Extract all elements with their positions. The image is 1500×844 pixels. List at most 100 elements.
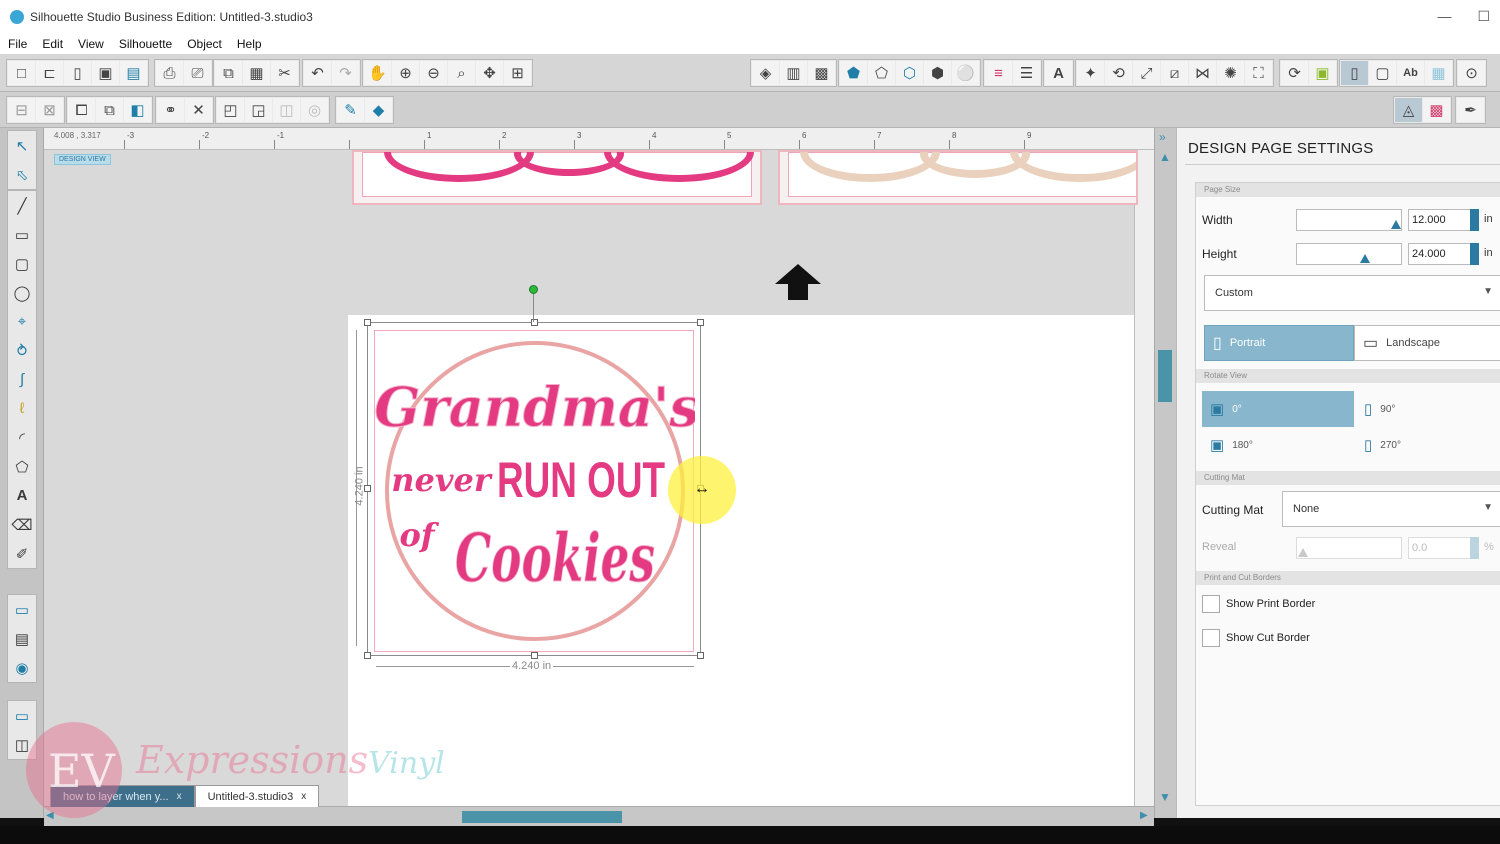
page-size-dropdown[interactable]: Custom ▼	[1204, 275, 1500, 311]
zoom-out-icon[interactable]: ⊖	[420, 61, 447, 85]
show-print-border-checkbox[interactable]	[1202, 595, 1220, 613]
menu-help[interactable]: Help	[237, 37, 262, 51]
zoom-in-icon[interactable]: ⊕	[392, 61, 419, 85]
eraser-tool-icon[interactable]: ⌫	[8, 510, 36, 539]
print-cut-icon[interactable]: ⎚	[184, 61, 211, 85]
transform-icon[interactable]: ✦	[1077, 61, 1104, 85]
grid-settings-icon[interactable]: ▥	[780, 61, 807, 85]
store-icon-left[interactable]: ◉	[8, 653, 36, 682]
edit-points-icon[interactable]: ⬁	[8, 160, 36, 189]
zoom-select-icon[interactable]: ⌕	[448, 61, 475, 85]
undo-icon[interactable]: ↶	[304, 61, 331, 85]
height-spinner[interactable]	[1470, 243, 1479, 265]
scale-icon[interactable]: ⤢	[1133, 61, 1160, 85]
resize-handle-bottom-left[interactable]	[364, 652, 371, 659]
fit-to-page-icon[interactable]: ⊞	[504, 61, 531, 85]
rotate-270-button[interactable]: ▯ 270°	[1356, 427, 1500, 463]
split-view-icon[interactable]: ◫	[8, 730, 36, 759]
offset-icon[interactable]: ⟳	[1281, 61, 1308, 85]
show-cut-border-checkbox[interactable]	[1202, 629, 1220, 647]
pan-icon[interactable]: ✋	[364, 61, 391, 85]
open-icon[interactable]: ⊏	[36, 61, 63, 85]
resize-handle-top-right[interactable]	[697, 319, 704, 326]
width-slider[interactable]	[1296, 209, 1402, 231]
bring-front-icon[interactable]: ◰	[217, 98, 244, 122]
paste-icon[interactable]: ▦	[243, 61, 270, 85]
landscape-button[interactable]: ▭ Landscape	[1354, 325, 1500, 361]
menu-edit[interactable]: Edit	[42, 37, 63, 51]
regular-polygon-icon[interactable]: ⬠	[8, 452, 36, 481]
resize-handle-bottom-right[interactable]	[697, 652, 704, 659]
library-icon[interactable]: ▤	[120, 61, 147, 85]
cut-icon[interactable]: ✂	[271, 61, 298, 85]
vertical-scroll-thumb[interactable]	[1158, 350, 1172, 402]
scroll-left-icon[interactable]: ◀	[46, 810, 54, 821]
page-settings-icon[interactable]: ◈	[752, 61, 779, 85]
group-icon[interactable]: ⧠	[68, 98, 95, 122]
library-panel-icon[interactable]: ▦	[1425, 61, 1452, 85]
copy-icon[interactable]: ⧉	[215, 61, 242, 85]
height-slider[interactable]	[1296, 243, 1402, 265]
scroll-up-icon[interactable]: ▲	[1159, 150, 1171, 164]
fill-pattern-icon[interactable]: ⬡	[896, 61, 923, 85]
rotate-0-button[interactable]: ▣ 0°	[1202, 391, 1354, 427]
reveal-spinner[interactable]	[1470, 537, 1479, 559]
rotate-90-button[interactable]: ▯ 90°	[1356, 391, 1500, 427]
single-view-icon[interactable]: ▭	[8, 701, 36, 730]
rotate-180-button[interactable]: ▣ 180°	[1202, 427, 1354, 463]
page-settings-panel-icon[interactable]: ▯	[1341, 61, 1368, 85]
menu-file[interactable]: File	[8, 37, 27, 51]
curve-tool-icon[interactable]: ⥁	[8, 336, 36, 365]
save-icon[interactable]: ▯	[64, 61, 91, 85]
design-view-icon[interactable]: ◬	[1395, 98, 1422, 122]
smooth-freehand-icon[interactable]: ℓ	[8, 394, 36, 423]
horizontal-scroll-thumb[interactable]	[462, 811, 622, 823]
align-icon[interactable]: ⊟	[8, 98, 35, 122]
send-back-icon[interactable]: ◲	[245, 98, 272, 122]
ellipse-tool-icon[interactable]: ◯	[8, 278, 36, 307]
new-icon[interactable]: □	[8, 61, 35, 85]
rotate-icon[interactable]: ⟲	[1105, 61, 1132, 85]
resize-handle-bottom[interactable]	[531, 652, 538, 659]
scroll-right-icon[interactable]: ▶	[1140, 810, 1148, 821]
document-tab-2[interactable]: Untitled-3.studio3 x	[194, 785, 320, 807]
design-page-icon[interactable]: ▭	[8, 595, 36, 624]
close-tab-icon[interactable]: x	[177, 791, 182, 802]
ungroup-icon[interactable]: ⧉	[96, 98, 123, 122]
nesting-icon[interactable]: ⛶	[1245, 61, 1272, 85]
knife-icon[interactable]: ✎	[337, 98, 364, 122]
menu-view[interactable]: View	[78, 37, 104, 51]
arc-tool-icon[interactable]: ◜	[8, 423, 36, 452]
replicate-icon[interactable]: ✺	[1217, 61, 1244, 85]
text-style-icon[interactable]: A	[1045, 61, 1072, 85]
store-view-icon[interactable]: ▩	[1423, 98, 1450, 122]
text-tool-icon[interactable]: A	[8, 481, 36, 510]
menu-silhouette[interactable]: Silhouette	[119, 37, 172, 51]
document-tab-1[interactable]: how to layer when y... x	[50, 785, 195, 807]
shear-icon[interactable]: ⧄	[1161, 61, 1188, 85]
design-canvas[interactable]: 4.008 , 3.317 -3 -2 -1 1 2 3 4 5 6 7 8 9 DESIGN VIE…	[44, 128, 1154, 806]
redo-icon[interactable]: ↷	[332, 61, 359, 85]
drag-icon[interactable]: ✥	[476, 61, 503, 85]
vertical-scrollbar[interactable]: » ▲ ▼	[1154, 128, 1176, 818]
eraser-icon[interactable]: ◆	[365, 98, 392, 122]
select-tool-icon[interactable]: ↖	[8, 131, 36, 160]
reveal-slider-thumb[interactable]	[1298, 548, 1308, 557]
rotation-handle[interactable]	[529, 285, 538, 294]
height-input[interactable]: 24.000	[1408, 243, 1472, 265]
menu-object[interactable]: Object	[187, 37, 222, 51]
duplicate-icon[interactable]: ◫	[273, 98, 300, 122]
line-tool-icon[interactable]: ╱	[8, 191, 36, 220]
shadow-icon[interactable]: ≡	[985, 61, 1012, 85]
cutting-mat-dropdown[interactable]: None ▼	[1282, 491, 1500, 527]
polygon-tool-icon[interactable]: ⌖	[8, 307, 36, 336]
library-view-icon[interactable]: ▤	[8, 624, 36, 653]
fill-color-icon[interactable]: ⬟	[840, 61, 867, 85]
horizontal-scrollbar[interactable]: ◀ ▶	[44, 806, 1154, 826]
knife-tool-icon[interactable]: ✐	[8, 539, 36, 568]
send-panel-icon[interactable]: ▢	[1369, 61, 1396, 85]
reveal-input[interactable]: 0.0	[1408, 537, 1472, 559]
minimize-button[interactable]: —	[1437, 8, 1451, 25]
freehand-tool-icon[interactable]: ∫	[8, 365, 36, 394]
center-icon[interactable]: ◎	[301, 98, 328, 122]
